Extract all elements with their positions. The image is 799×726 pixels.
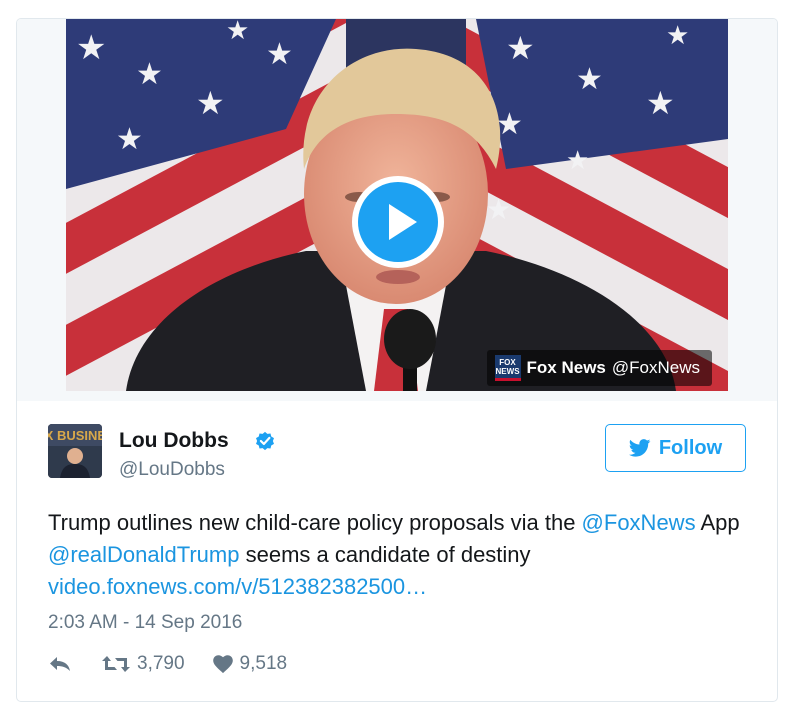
svg-text:★: ★ [226,19,249,46]
video-media[interactable]: ★ ★ ★ ★ ★ ★ ★ ★ ★ ★ ★ ★ ★ FOX NEWS Fox N… [17,19,777,401]
tweet-text-part: seems a candidate of destiny [239,542,531,567]
media-source-attribution[interactable]: FOX NEWS Fox News @FoxNews [486,350,712,386]
tweet-text-part: App [695,510,740,535]
svg-text:★: ★ [646,84,675,122]
reply-button[interactable] [48,655,72,673]
tweet-text: Trump outlines new child-care policy pro… [48,507,748,603]
reply-icon [50,657,70,671]
source-handle: @FoxNews [611,358,700,377]
svg-text:★: ★ [136,57,163,92]
svg-text:★: ★ [666,21,689,51]
tweet-timestamp[interactable]: 2:03 AM - 14 Sep 2016 [48,612,242,634]
retweet-button[interactable]: 3,790 [102,653,185,675]
follow-button-label: Follow [658,436,723,459]
avatar-logo-text: FOX BUSINESS [48,428,102,443]
fox-news-logo-text: FOX NEWS [495,357,520,376]
play-icon [358,182,438,262]
svg-text:★: ★ [116,122,143,157]
fox-news-logo: FOX NEWS [494,355,521,381]
follow-button[interactable]: Follow [605,424,746,472]
svg-text:★: ★ [506,29,535,67]
verified-badge-icon [256,431,274,451]
avatar[interactable]: FOX BUSINESS [48,424,102,478]
play-button[interactable] [352,176,444,268]
svg-text:★: ★ [486,193,511,226]
svg-text:★: ★ [76,28,106,68]
source-name: Fox News [526,358,606,377]
svg-text:★: ★ [576,62,603,97]
avatar-image: FOX BUSINESS [48,424,102,478]
twitter-bird-icon [628,439,651,457]
heart-icon [212,655,233,673]
retweet-icon [102,656,130,672]
video-thumbnail[interactable]: ★ ★ ★ ★ ★ ★ ★ ★ ★ ★ ★ ★ ★ FOX NEWS Fox N… [66,19,728,391]
like-count: 9,518 [239,653,288,674]
svg-text:★: ★ [196,84,225,122]
video-link[interactable]: video.foxnews.com/v/512382382500… [48,574,427,599]
author-handle[interactable]: @LouDobbs [119,459,225,481]
svg-text:★: ★ [566,146,589,176]
author-display-name[interactable]: Lou Dobbs [119,429,229,453]
tweet-card[interactable]: ★ ★ ★ ★ ★ ★ ★ ★ ★ ★ ★ ★ ★ FOX NEWS Fox N… [16,18,778,702]
mention-link[interactable]: @FoxNews [582,510,696,535]
svg-text:★: ★ [266,37,293,72]
tweet-actions: 3,790 9,518 [48,653,287,675]
mention-link[interactable]: @realDonaldTrump [48,542,239,567]
tweet-text-part: Trump outlines new child-care policy pro… [48,510,582,535]
like-button[interactable]: 9,518 [212,653,288,675]
retweet-count: 3,790 [137,653,185,674]
